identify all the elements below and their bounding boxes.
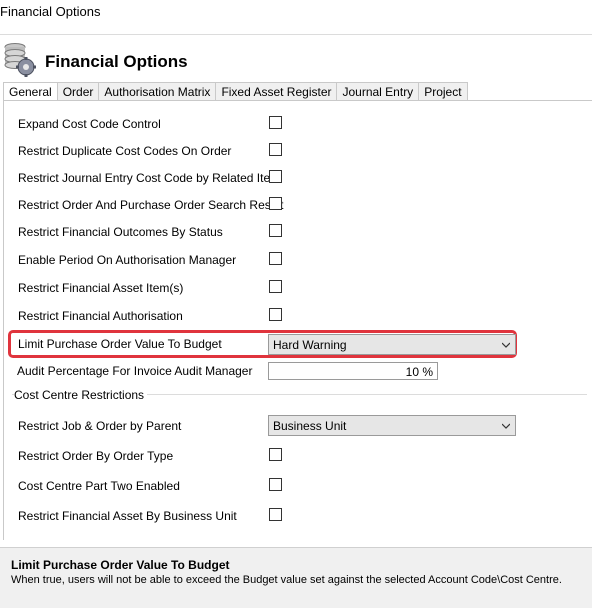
- enable-period-checkbox[interactable]: [269, 252, 282, 265]
- job-order-dropdown[interactable]: Business Unit: [268, 415, 516, 436]
- options-tabs: General Order Authorisation Matrix Fixed…: [3, 82, 468, 102]
- restrict-order-search-checkbox[interactable]: [269, 197, 282, 210]
- restrict-asset-by-business-unit-checkbox[interactable]: [269, 508, 282, 521]
- help-description: When true, users will not be able to exc…: [11, 574, 562, 586]
- audit-pct-label: Audit Percentage For Invoice Audit Manag…: [17, 364, 253, 378]
- page-title: Financial Options: [45, 52, 188, 71]
- tab-journal-entry[interactable]: Journal Entry: [337, 82, 420, 101]
- chevron-down-icon: [502, 423, 510, 429]
- audit-pct-input[interactable]: 10 %: [268, 362, 438, 380]
- audit-pct-value: 10 %: [405, 365, 433, 379]
- tab-project[interactable]: Project: [419, 82, 468, 101]
- window-titlebar: Financial Options: [0, 0, 592, 30]
- page-header: Financial Options: [0, 34, 592, 82]
- option-label: Restrict Financial Asset Item(s): [18, 281, 184, 295]
- restrict-order-by-type-checkbox[interactable]: [269, 448, 282, 461]
- restrict-financial-authorisation-checkbox[interactable]: [269, 308, 282, 321]
- tab-order[interactable]: Order: [57, 82, 100, 101]
- limit-po-value: Hard Warning: [273, 338, 347, 352]
- option-label: Cost Centre Part Two Enabled: [18, 479, 180, 493]
- restrict-financial-asset-items-checkbox[interactable]: [269, 280, 282, 293]
- job-order-value: Business Unit: [273, 419, 347, 433]
- tab-general[interactable]: General: [3, 82, 58, 102]
- help-panel: Limit Purchase Order Value To Budget Whe…: [0, 547, 592, 608]
- option-label: Restrict Financial Asset By Business Uni…: [18, 509, 237, 523]
- restrict-duplicate-cost-codes-checkbox[interactable]: [269, 143, 282, 156]
- option-label: Restrict Order By Order Type: [18, 449, 174, 463]
- job-order-label: Restrict Job & Order by Parent: [18, 419, 182, 433]
- cost-centre-part-two-checkbox[interactable]: [269, 478, 282, 491]
- cost-centre-group-label: Cost Centre Restrictions: [14, 388, 148, 402]
- option-label: Restrict Financial Outcomes By Status: [18, 225, 223, 239]
- tab-authorisation-matrix[interactable]: Authorisation Matrix: [99, 82, 217, 101]
- option-label: Restrict Duplicate Cost Codes On Order: [18, 144, 232, 158]
- expand-cost-code-checkbox[interactable]: [269, 116, 282, 129]
- restrict-financial-outcomes-checkbox[interactable]: [269, 224, 282, 237]
- option-label: Restrict Order And Purchase Order Search…: [18, 198, 284, 212]
- option-label: Enable Period On Authorisation Manager: [18, 253, 237, 267]
- limit-po-dropdown[interactable]: Hard Warning: [268, 334, 516, 355]
- chevron-down-icon: [502, 342, 510, 348]
- option-label: Expand Cost Code Control: [18, 117, 161, 131]
- restrict-journal-entry-checkbox[interactable]: [269, 170, 282, 183]
- option-label: Restrict Financial Authorisation: [18, 309, 183, 323]
- help-title: Limit Purchase Order Value To Budget: [11, 558, 230, 572]
- coins-gear-icon: [4, 43, 36, 77]
- tab-fixed-asset-register[interactable]: Fixed Asset Register: [216, 82, 338, 101]
- option-label: Restrict Journal Entry Cost Code by Rela…: [18, 171, 281, 185]
- limit-po-label: Limit Purchase Order Value To Budget: [18, 337, 222, 351]
- window-title: Financial Options: [0, 4, 101, 19]
